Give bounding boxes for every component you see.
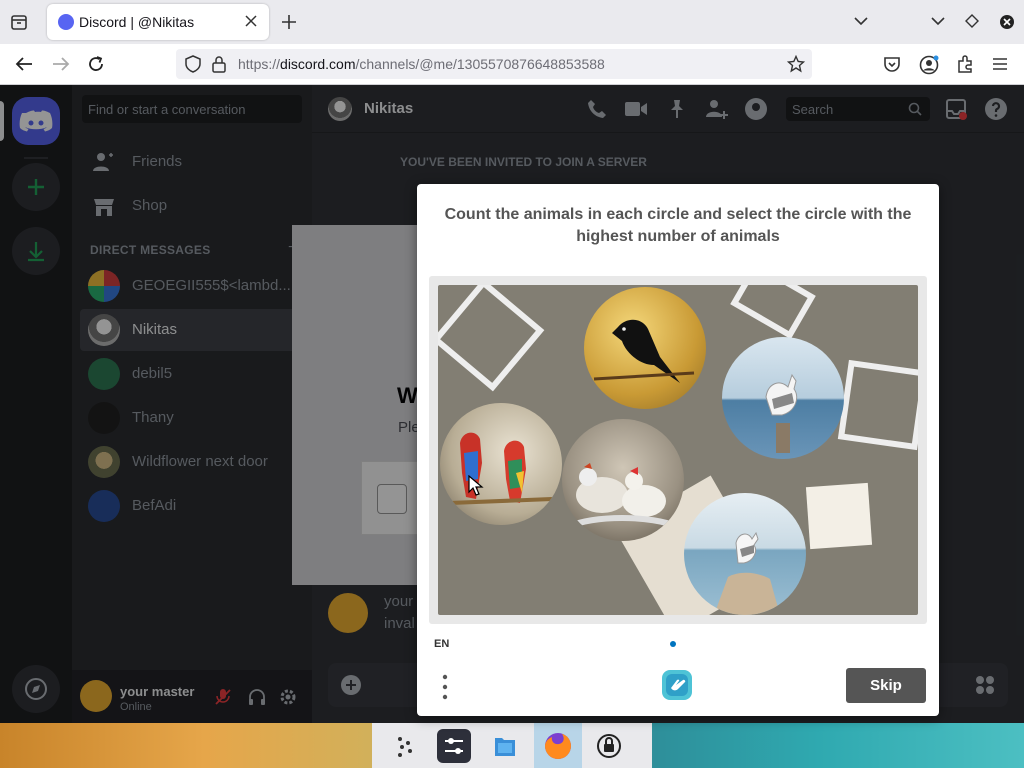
close-window-icon[interactable]: [999, 14, 1015, 30]
back-icon[interactable]: [15, 56, 33, 72]
hcaptcha-logo-icon[interactable]: [660, 668, 694, 702]
bookmark-star-icon[interactable]: [787, 55, 805, 73]
browser-tab[interactable]: Discord | @Nikitas: [47, 4, 269, 40]
decor-frame: [805, 482, 873, 550]
tab-list-icon[interactable]: [10, 13, 28, 31]
account-icon[interactable]: [919, 55, 939, 75]
captcha-circle-seagull[interactable]: [722, 337, 844, 459]
os-taskbar: [0, 723, 1024, 768]
menu-hamburger-icon[interactable]: [992, 57, 1008, 71]
minimize-icon[interactable]: [931, 16, 945, 26]
tab-title: Discord | @Nikitas: [79, 14, 195, 30]
parrots-icon: [449, 432, 553, 505]
captcha-circle-crow[interactable]: [584, 287, 706, 409]
mouse-cursor-icon: [468, 475, 484, 496]
decor-frame: [438, 285, 545, 392]
discord-favicon-icon: [58, 14, 74, 30]
tab-overflow-chevron-icon[interactable]: [854, 16, 868, 26]
maximize-icon[interactable]: [965, 14, 979, 28]
close-tab-icon[interactable]: [245, 15, 257, 27]
apps-grid-icon[interactable]: [388, 729, 422, 763]
extensions-icon[interactable]: [956, 55, 974, 73]
url-bar[interactable]: https://discord.com/channels/@me/1305570…: [176, 49, 812, 79]
url-text[interactable]: https://discord.com/channels/@me/1305570…: [238, 56, 605, 72]
lock-icon[interactable]: [592, 729, 626, 763]
seagull-on-rock-icon: [714, 531, 780, 615]
menu-kebab-icon[interactable]: [441, 674, 449, 700]
browser-nav-bar: https://discord.com/channels/@me/1305570…: [0, 44, 1024, 85]
captcha-image: [438, 285, 918, 615]
firefox-icon[interactable]: [534, 723, 582, 768]
reload-icon[interactable]: [87, 55, 105, 73]
captcha-image-frame: [429, 276, 927, 624]
skip-button[interactable]: Skip: [846, 668, 926, 703]
settings-sliders-icon[interactable]: [437, 729, 471, 763]
files-icon[interactable]: [488, 729, 522, 763]
decor-frame: [730, 285, 816, 340]
padlock-icon[interactable]: [212, 55, 226, 73]
shield-icon[interactable]: [185, 55, 201, 73]
browser-tab-bar: Discord | @Nikitas: [0, 0, 1024, 44]
seagull-icon: [765, 373, 798, 453]
captcha-circle-chickens[interactable]: [562, 419, 684, 541]
captcha-challenge-dialog: Count the animals in each circle and sel…: [417, 184, 939, 716]
pocket-icon[interactable]: [883, 56, 901, 73]
app-dock: [372, 723, 652, 768]
captcha-circle-seagull-rock[interactable]: [684, 493, 806, 615]
decor-frame: [837, 359, 918, 451]
language-selector[interactable]: EN: [434, 638, 449, 650]
captcha-circle-parrots[interactable]: [440, 403, 562, 525]
new-tab-icon[interactable]: [281, 14, 297, 30]
progress-dot: [670, 641, 676, 647]
crow-icon: [593, 319, 695, 383]
chickens-icon: [566, 463, 680, 530]
forward-icon[interactable]: [52, 56, 70, 72]
captcha-prompt: Count the animals in each circle and sel…: [444, 206, 912, 245]
